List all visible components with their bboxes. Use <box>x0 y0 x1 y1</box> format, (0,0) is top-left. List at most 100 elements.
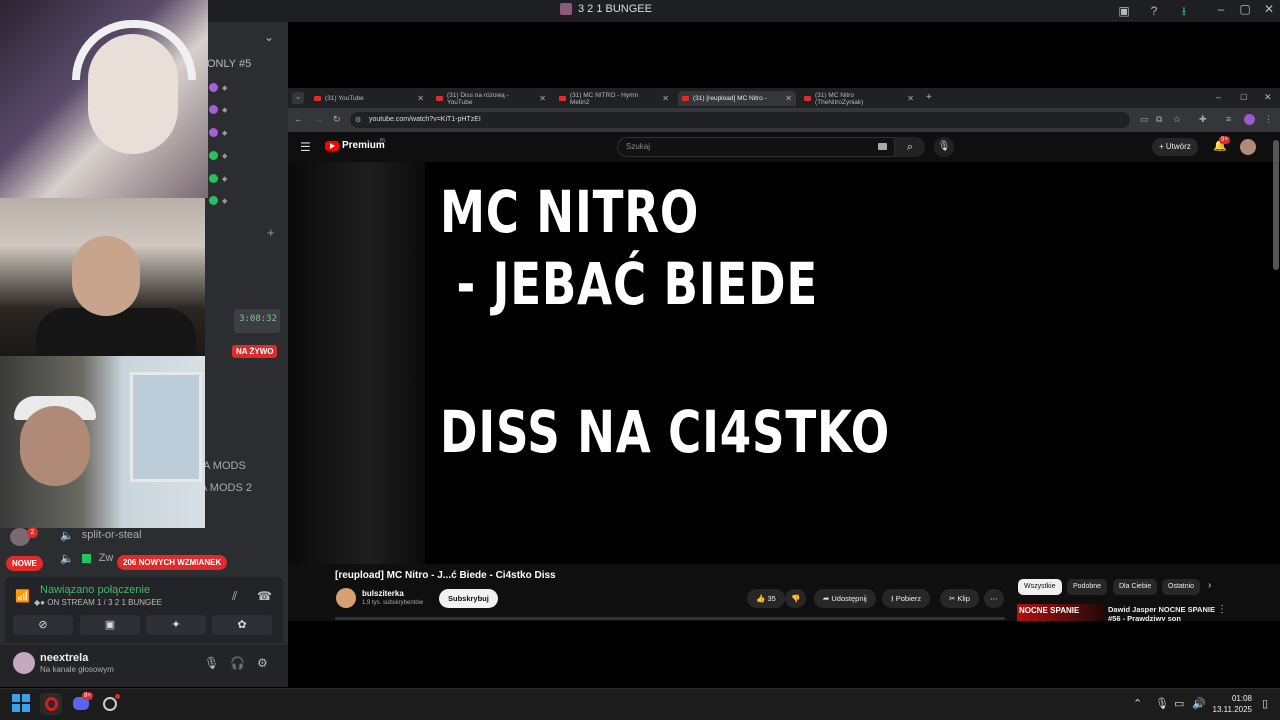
tray-chevron-up-icon[interactable]: ⌃ <box>1133 697 1142 710</box>
chevron-down-icon[interactable]: ⌄ <box>264 30 274 44</box>
help-icon[interactable]: ? <box>1146 3 1162 19</box>
inbox-icon[interactable]: ▣ <box>1116 3 1132 19</box>
youtube-favicon-icon <box>314 96 321 101</box>
create-button[interactable]: + Utwórz <box>1152 138 1198 156</box>
chip-all[interactable]: Wszystkie <box>1018 579 1062 595</box>
new-tab-icon[interactable]: + <box>926 92 932 103</box>
voice-user-row[interactable]: 🔈 Zw <box>60 549 113 567</box>
close-tab-icon[interactable]: ✕ <box>907 94 914 103</box>
search-icon[interactable]: ⌕ <box>895 137 925 157</box>
channel-mods-2[interactable]: A MODS 2 <box>200 482 252 494</box>
voice-status[interactable]: Nawiązano połączenie <box>40 584 150 596</box>
camera-off-button[interactable]: ⊘ <box>13 615 73 635</box>
browser-tab[interactable]: (31) YouTube ✕ <box>310 91 428 106</box>
soundboard-button[interactable]: ✿ <box>212 615 272 635</box>
volume-icon[interactable]: 🔊 <box>1192 697 1206 710</box>
gear-icon[interactable]: ⚙ <box>257 656 268 670</box>
translate-icon[interactable]: ⧉ <box>1156 114 1162 125</box>
notification-center-icon[interactable]: ▯ <box>1262 697 1268 710</box>
extensions-icon[interactable]: ✚ <box>1199 114 1207 125</box>
browser-tab-active[interactable]: (31) [reupload] MC Nitro - ✕ <box>678 91 796 106</box>
account-avatar[interactable] <box>1240 139 1256 155</box>
reading-list-icon[interactable]: ≡ <box>1226 114 1231 124</box>
browser-tab[interactable]: (31) MC Nitro (TheNitroZyniak) ✕ <box>800 91 918 106</box>
maximize-icon[interactable]: ▢ <box>1233 2 1257 16</box>
search-input[interactable]: Szukaj <box>617 137 895 157</box>
network-icon[interactable]: ▭ <box>1174 697 1184 710</box>
browser-restore-icon[interactable]: ▢ <box>1240 92 1248 101</box>
tab-search-icon[interactable]: ⌄ <box>292 92 304 104</box>
chip-related[interactable]: Podobne <box>1067 579 1108 595</box>
region-label: PL <box>380 138 387 144</box>
mentions-badge[interactable]: 206 NOWYCH WZMIANEK <box>117 555 228 570</box>
stream-timer: 3:08:32 <box>234 309 280 333</box>
user-name[interactable]: neextrela <box>40 652 88 664</box>
new-badge[interactable]: NOWE <box>6 556 43 571</box>
channel-avatar[interactable] <box>336 588 356 608</box>
screen-share-button[interactable]: ▣ <box>80 615 140 635</box>
close-tab-icon[interactable]: ✕ <box>539 94 546 103</box>
page-scrollbar[interactable] <box>1273 140 1279 270</box>
hamburger-menu-icon[interactable]: ☰ <box>300 140 311 154</box>
channel-mods[interactable]: A MODS <box>203 460 246 472</box>
opera-icon[interactable] <box>40 693 62 715</box>
chevron-right-icon[interactable]: › <box>1208 580 1211 591</box>
mic-tray-icon[interactable]: 🎙 <box>1155 697 1169 710</box>
youtube-favicon-icon <box>559 96 566 101</box>
browser-tab[interactable]: (31) MC NITRO - Hymn Metin2 ✕ <box>555 91 673 106</box>
keyboard-icon[interactable] <box>878 143 887 150</box>
url-bar[interactable]: youtube.com/watch?v=KiT1-pHTzEI <box>350 112 1130 128</box>
noise-suppression-icon[interactable]: ⫽ <box>232 589 237 604</box>
youtube-logo[interactable]: Premium <box>325 140 385 151</box>
close-tab-icon[interactable]: ✕ <box>417 94 424 103</box>
microphone-icon[interactable]: 🎙 <box>204 656 219 670</box>
headphones-icon[interactable]: 🎧 <box>230 656 245 670</box>
clip-button[interactable]: ✂ Klip <box>940 589 979 608</box>
close-tab-icon[interactable]: ✕ <box>785 94 792 103</box>
back-icon[interactable]: ← <box>294 114 303 124</box>
recommended-title[interactable]: Dawid Jasper NOCNE SPANIE #56 - Prawdziw… <box>1108 605 1216 621</box>
subscribe-button[interactable]: Subskrybuj <box>439 589 498 608</box>
download-icon[interactable]: ⭳ <box>1176 3 1192 19</box>
browser-tab[interactable]: (31) Diss na różową - YouTube ✕ <box>432 91 550 106</box>
notification-count-badge: 9+ <box>1219 136 1230 144</box>
reload-icon[interactable]: ↻ <box>333 114 341 125</box>
member-diamond-icon: ◆ <box>222 85 228 92</box>
cast-icon[interactable]: ▭ <box>1140 114 1149 125</box>
windows-start-icon[interactable] <box>12 694 30 712</box>
browser-minimize-icon[interactable]: – <box>1216 92 1221 102</box>
browser-close-icon[interactable]: ✕ <box>1264 92 1272 103</box>
forward-icon[interactable]: → <box>314 114 323 124</box>
more-options-icon[interactable]: ⋮ <box>1217 604 1227 615</box>
close-tab-icon[interactable]: ✕ <box>662 94 669 103</box>
webcam-overlay-3 <box>0 356 205 528</box>
close-icon[interactable]: ✕ <box>1257 2 1280 16</box>
chip-recent[interactable]: Ostatnio <box>1162 579 1201 595</box>
download-button[interactable]: ⭳ Pobierz <box>882 589 931 608</box>
recommended-thumbnail[interactable]: NOCNE SPANIE <box>1017 604 1105 621</box>
signal-icon[interactable]: 📶 <box>15 589 30 603</box>
bookmark-star-icon[interactable]: ☆ <box>1173 114 1181 125</box>
chip-for-you[interactable]: Dla Ciebie <box>1113 579 1158 595</box>
voice-search-icon[interactable]: 🎙 <box>934 137 954 157</box>
notification-badge: 2 <box>27 527 38 538</box>
site-info-icon[interactable]: ⚙ <box>355 116 361 124</box>
minimize-icon[interactable]: – <box>1209 2 1233 16</box>
channel-category[interactable]: ONLY #5 <box>207 58 251 70</box>
profile-avatar[interactable] <box>1244 114 1255 125</box>
share-button[interactable]: ➦ Udostępnij <box>814 589 876 608</box>
voice-user-row[interactable]: 🔈 split-or-steal <box>60 526 142 544</box>
voice-channel-name[interactable]: ◆● ON STREAM 1 / 3 2 1 BUNGEE <box>34 598 162 607</box>
video-player[interactable] <box>288 162 1273 564</box>
channel-name[interactable]: bulsziterka <box>362 589 404 598</box>
add-channel-icon[interactable]: + <box>267 225 275 240</box>
dislike-button[interactable]: 👎 <box>785 589 807 608</box>
activities-button[interactable]: ✦ <box>146 615 206 635</box>
more-actions-button[interactable]: ⋯ <box>984 589 1004 608</box>
member-status-icon <box>209 83 218 92</box>
system-clock[interactable]: 01:08 13.11.2025 <box>1210 693 1252 715</box>
avatar[interactable] <box>13 652 35 674</box>
browser-menu-icon[interactable]: ⋮ <box>1264 114 1273 125</box>
disconnect-icon[interactable]: ☎ <box>257 589 272 603</box>
like-button[interactable]: 👍 35 <box>747 589 785 608</box>
